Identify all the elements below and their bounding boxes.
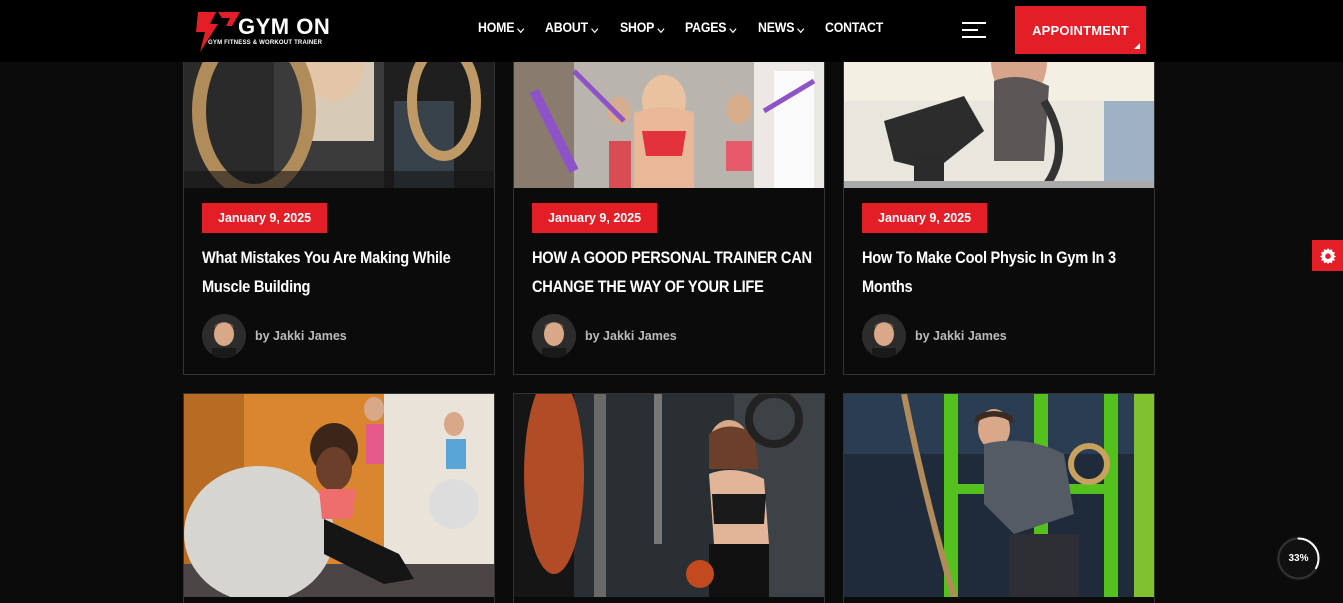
gear-icon bbox=[1319, 247, 1336, 264]
fitness-ball-class-photo bbox=[184, 394, 494, 597]
post-title-line: Muscle Building bbox=[202, 277, 311, 296]
logo-tagline: GYM FITNESS & WORKOUT TRAINER bbox=[208, 40, 323, 46]
post-date-badge[interactable]: January 9, 2025 bbox=[202, 203, 328, 233]
post-title-line: HOW A GOOD PERSONAL TRAINER CAN bbox=[532, 248, 812, 267]
post-image[interactable] bbox=[184, 394, 494, 597]
post-title[interactable]: How To Make Cool Physic In Gym In 3 Mont… bbox=[862, 243, 1142, 301]
blog-card bbox=[183, 393, 495, 603]
nav-about-label: ABOUT bbox=[545, 19, 589, 35]
blog-card: January 9, 2025 How To Make Cool Physic … bbox=[843, 30, 1155, 375]
nav-pages[interactable]: PAGES bbox=[685, 19, 737, 35]
scroll-progress-value: 33% bbox=[1288, 553, 1309, 564]
nav-home[interactable]: HOME bbox=[478, 19, 525, 35]
chevron-down-icon bbox=[657, 27, 665, 33]
nav-contact[interactable]: CONTACT bbox=[825, 19, 883, 35]
blog-card: January 9, 2025 What Mistakes You Are Ma… bbox=[183, 30, 495, 375]
page: GYM ON GYM FITNESS & WORKOUT TRAINER HOM… bbox=[0, 0, 1343, 603]
post-title-line: What Mistakes You Are Making While bbox=[202, 248, 451, 267]
main-nav: HOME ABOUT SHOP PAGES NEWS CONTACT bbox=[478, 19, 905, 35]
nav-news[interactable]: NEWS bbox=[758, 19, 805, 35]
post-title-line: Months bbox=[862, 277, 913, 296]
post-date-badge[interactable]: January 9, 2025 bbox=[862, 203, 988, 233]
corner-triangle-icon bbox=[1134, 43, 1140, 49]
avatar bbox=[862, 314, 906, 358]
scroll-progress-button[interactable]: 33% bbox=[1276, 536, 1321, 581]
blog-card: January 9, 2025 HOW A GOOD PERSONAL TRAI… bbox=[513, 30, 825, 375]
avatar bbox=[532, 314, 576, 358]
chevron-down-icon bbox=[729, 27, 737, 33]
nav-shop[interactable]: SHOP bbox=[620, 19, 665, 35]
chevron-down-icon bbox=[797, 27, 805, 33]
post-image[interactable] bbox=[844, 394, 1154, 597]
author-name[interactable]: by Jakki James bbox=[585, 329, 677, 343]
post-date-badge[interactable]: January 9, 2025 bbox=[532, 203, 658, 233]
post-title-line: How To Make Cool Physic In Gym In 3 bbox=[862, 248, 1116, 267]
appointment-button[interactable]: APPOINTMENT bbox=[1015, 6, 1146, 54]
author-name[interactable]: by Jakki James bbox=[915, 329, 1007, 343]
chevron-down-icon bbox=[517, 27, 525, 33]
nav-contact-label: CONTACT bbox=[825, 19, 884, 35]
post-author: by Jakki James bbox=[532, 314, 677, 358]
chevron-down-icon bbox=[591, 27, 599, 33]
site-logo[interactable]: GYM ON GYM FITNESS & WORKOUT TRAINER bbox=[192, 8, 332, 54]
post-title-line: CHANGE THE WAY OF YOUR LIFE bbox=[532, 277, 764, 296]
hamburger-icon[interactable] bbox=[962, 21, 986, 39]
appointment-button-label: APPOINTMENT bbox=[1032, 22, 1129, 38]
nav-shop-label: SHOP bbox=[619, 19, 655, 35]
nav-news-label: NEWS bbox=[757, 19, 795, 35]
settings-panel-toggle[interactable] bbox=[1312, 240, 1343, 271]
blog-card bbox=[513, 393, 825, 603]
avatar bbox=[202, 314, 246, 358]
nav-pages-label: PAGES bbox=[684, 19, 727, 35]
nav-about[interactable]: ABOUT bbox=[545, 19, 599, 35]
post-image[interactable] bbox=[514, 394, 824, 597]
post-title[interactable]: What Mistakes You Are Making While Muscl… bbox=[202, 243, 482, 301]
logo-text: GYM ON bbox=[238, 14, 331, 39]
nav-home-label: HOME bbox=[478, 19, 515, 35]
post-author: by Jakki James bbox=[202, 314, 347, 358]
cable-machine-workout-photo bbox=[514, 394, 824, 597]
post-title[interactable]: HOW A GOOD PERSONAL TRAINER CAN CHANGE T… bbox=[532, 243, 812, 301]
blog-card bbox=[843, 393, 1155, 603]
author-name[interactable]: by Jakki James bbox=[255, 329, 347, 343]
site-header: GYM ON GYM FITNESS & WORKOUT TRAINER HOM… bbox=[0, 0, 1343, 62]
lightning-logo-icon bbox=[196, 12, 240, 52]
ring-training-photo bbox=[844, 394, 1154, 597]
post-author: by Jakki James bbox=[862, 314, 1007, 358]
